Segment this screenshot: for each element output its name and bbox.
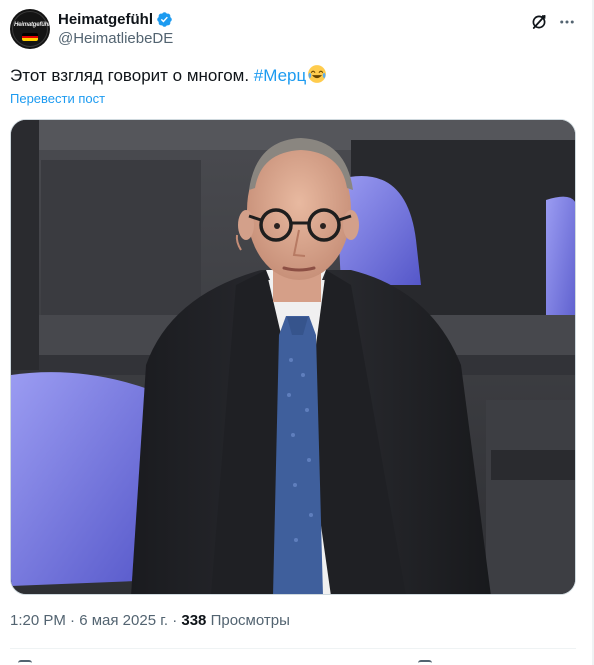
- verified-badge-icon: [157, 11, 172, 27]
- face-with-tears-of-joy-icon: [308, 65, 327, 83]
- reply-icon[interactable]: [18, 660, 32, 665]
- post-time[interactable]: 1:20 PM: [10, 612, 66, 629]
- post-photo[interactable]: [10, 119, 576, 595]
- post-date[interactable]: 6 мая 2025 г.: [79, 612, 168, 629]
- grok-button[interactable]: [528, 11, 550, 33]
- translate-post-link[interactable]: Перевести пост: [10, 91, 105, 106]
- meta-separator: ·: [65, 612, 80, 629]
- author-handle[interactable]: @HeimatliebeDE: [58, 30, 173, 47]
- post-text: Этот взгляд говорит о многом. #Мерц: [10, 64, 327, 87]
- bookmark-icon[interactable]: [418, 660, 432, 665]
- post-header: Heimatgefühl Heimatgefühl @HeimatliebeDE: [10, 9, 584, 49]
- post-body-text: Этот взгляд говорит о многом.: [10, 66, 254, 85]
- more-options-button[interactable]: [556, 11, 578, 33]
- grok-icon: [532, 15, 546, 29]
- author-display-name[interactable]: Heimatgefühl: [58, 11, 153, 28]
- flag-icon: [22, 33, 38, 41]
- more-horizontal-icon: [560, 20, 574, 24]
- post-meta: 1:20 PM · 6 мая 2025 г. · 338 Просмотры: [10, 612, 290, 629]
- hashtag-link[interactable]: #Мерц: [254, 66, 306, 85]
- meta-separator: ·: [168, 612, 182, 629]
- avatar-logo-text: Heimatgefühl: [14, 22, 50, 28]
- photo-illustration: [11, 120, 575, 594]
- views-count: 338: [181, 612, 207, 629]
- avatar[interactable]: Heimatgefühl: [10, 9, 50, 49]
- views-label: Просмотры: [206, 612, 290, 629]
- avatar-ring: [12, 11, 48, 47]
- divider: [10, 648, 576, 649]
- author-names: Heimatgefühl @HeimatliebeDE: [58, 9, 173, 48]
